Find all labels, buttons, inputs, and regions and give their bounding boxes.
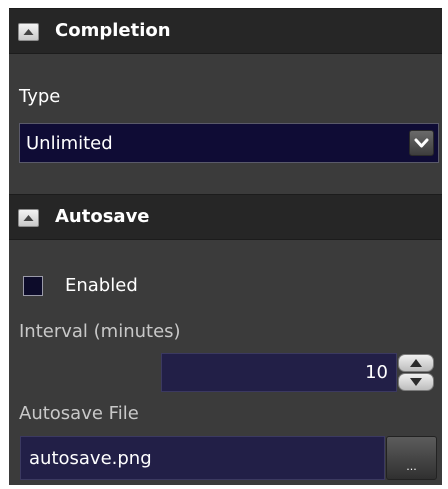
interval-label: Interval (minutes) (19, 321, 181, 342)
triangle-up-icon (410, 359, 422, 367)
type-label: Type (19, 86, 61, 107)
completion-section-header[interactable]: Completion (9, 8, 442, 54)
autosave-file-label: Autosave File (19, 403, 139, 424)
browse-file-button-label: ... (406, 460, 417, 473)
triangle-up-icon (23, 29, 34, 35)
interval-value: 10 (365, 362, 388, 383)
browse-file-button[interactable]: ... (386, 436, 437, 480)
chevron-down-icon (414, 138, 429, 148)
autosave-section-header[interactable]: Autosave (9, 194, 442, 240)
completion-section-title: Completion (55, 20, 171, 41)
triangle-down-icon (410, 378, 422, 386)
autosave-file-input[interactable]: autosave.png (20, 436, 385, 480)
enabled-label: Enabled (65, 275, 138, 296)
interval-decrement-button[interactable] (398, 373, 434, 391)
interval-input[interactable]: 10 (161, 353, 397, 392)
completion-collapse-button[interactable] (18, 23, 39, 41)
triangle-up-icon (23, 215, 34, 221)
type-select-value: Unlimited (26, 133, 113, 154)
enabled-checkbox[interactable] (23, 276, 43, 296)
autosave-section-title: Autosave (55, 206, 150, 227)
autosave-collapse-button[interactable] (18, 209, 39, 227)
settings-panel: Completion Type Unlimited Autosave Enabl… (9, 8, 442, 485)
type-select[interactable]: Unlimited (19, 123, 439, 163)
type-select-arrow-button[interactable] (409, 130, 434, 156)
interval-increment-button[interactable] (398, 354, 434, 372)
interval-spinner (397, 353, 435, 392)
autosave-file-value: autosave.png (29, 448, 152, 469)
